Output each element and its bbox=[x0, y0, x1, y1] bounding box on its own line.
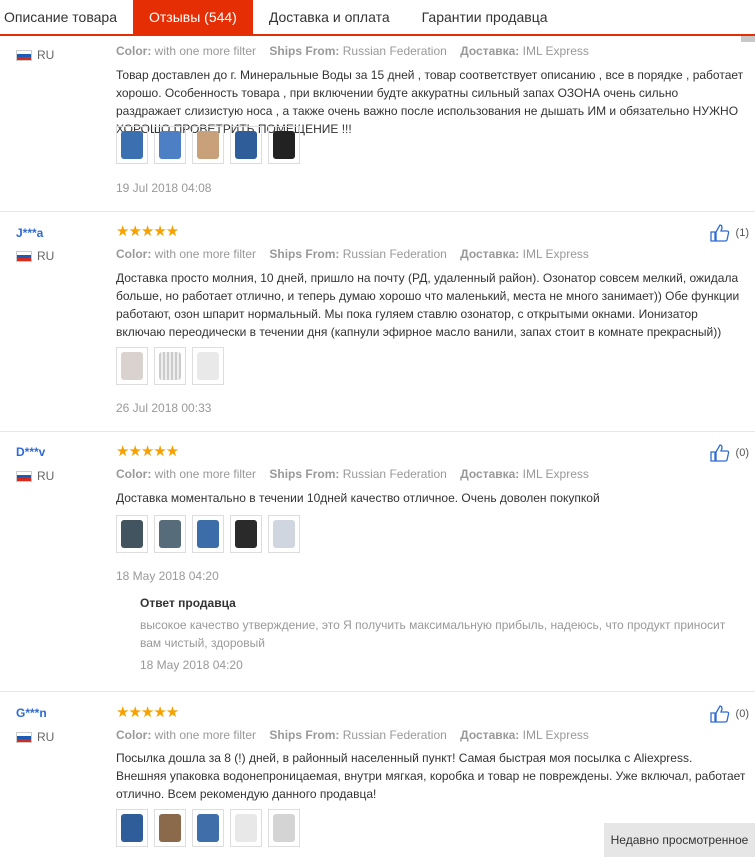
review-attributes: Color: with one more filter Ships From: … bbox=[116, 467, 589, 481]
review-photo[interactable] bbox=[116, 347, 148, 385]
reviewer-name[interactable]: G***n bbox=[16, 706, 47, 720]
review-photo[interactable] bbox=[116, 515, 148, 553]
helpful-button[interactable]: (0) bbox=[709, 705, 749, 723]
seller-reply-title: Ответ продавца bbox=[140, 596, 236, 610]
review-photos bbox=[116, 515, 300, 553]
review-item: J***a RU ★★★★★ (1) Color: with one more … bbox=[0, 211, 755, 432]
tab-bar: Описание товара Отзывы (544) Доставка и … bbox=[0, 0, 755, 36]
review-photo[interactable] bbox=[268, 515, 300, 553]
russia-flag-icon bbox=[16, 49, 32, 61]
seller-reply: Ответ продавца высокое качество утвержде… bbox=[140, 596, 745, 672]
seller-reply-text: высокое качество утверждение, это Я полу… bbox=[140, 618, 726, 650]
review-photos bbox=[116, 809, 300, 847]
review-item: RU Color: with one more filter Ships Fro… bbox=[0, 36, 755, 212]
review-text: Доставка моментально в течении 10дней ка… bbox=[116, 491, 600, 505]
thumbs-up-icon bbox=[709, 444, 729, 462]
review-item: D***v RU ★★★★★ (0) Color: with one more … bbox=[0, 431, 755, 692]
review-text: Посылка дошла за 8 (!) дней, в районный … bbox=[116, 751, 746, 801]
review-photo[interactable] bbox=[192, 126, 224, 164]
rating-stars: ★★★★★ bbox=[116, 223, 179, 240]
review-text: Доставка просто молния, 10 дней, пришло … bbox=[116, 271, 740, 339]
reviewer-country: RU bbox=[16, 469, 54, 483]
review-photo[interactable] bbox=[230, 809, 262, 847]
recently-viewed-button[interactable]: Недавно просмотренное bbox=[604, 823, 755, 857]
helpful-button[interactable]: (1) bbox=[709, 224, 749, 242]
rating-stars: ★★★★★ bbox=[116, 704, 179, 721]
review-photo[interactable] bbox=[230, 515, 262, 553]
reviewer-country: RU bbox=[16, 730, 54, 744]
rating-stars: ★★★★★ bbox=[116, 443, 179, 460]
review-photos bbox=[116, 347, 224, 385]
reviewer-country: RU bbox=[16, 48, 54, 62]
review-photos bbox=[116, 126, 300, 164]
review-photo[interactable] bbox=[192, 347, 224, 385]
review-date: 19 Jul 2018 04:08 bbox=[116, 181, 212, 195]
review-photo[interactable] bbox=[116, 126, 148, 164]
review-attributes: Color: with one more filter Ships From: … bbox=[116, 728, 589, 742]
reviewer-name[interactable]: J***a bbox=[16, 226, 43, 240]
seller-reply-date: 18 May 2018 04:20 bbox=[140, 658, 243, 672]
review-photo[interactable] bbox=[116, 809, 148, 847]
review-photo[interactable] bbox=[154, 515, 186, 553]
thumbs-up-icon bbox=[709, 224, 729, 242]
thumbs-up-icon bbox=[709, 705, 729, 723]
tab-reviews[interactable]: Отзывы (544) bbox=[132, 0, 253, 34]
review-attributes: Color: with one more filter Ships From: … bbox=[116, 44, 589, 58]
helpful-button[interactable]: (0) bbox=[709, 444, 749, 462]
russia-flag-icon bbox=[16, 250, 32, 262]
review-date: 26 Jul 2018 00:33 bbox=[116, 401, 212, 415]
review-attributes: Color: with one more filter Ships From: … bbox=[116, 247, 589, 261]
tab-guarantees[interactable]: Гарантии продавца bbox=[406, 0, 564, 34]
review-date: 18 May 2018 04:20 bbox=[116, 569, 219, 583]
reviewer-country: RU bbox=[16, 249, 54, 263]
review-photo[interactable] bbox=[230, 126, 262, 164]
russia-flag-icon bbox=[16, 470, 32, 482]
review-photo[interactable] bbox=[268, 809, 300, 847]
review-photo[interactable] bbox=[192, 809, 224, 847]
review-photo[interactable] bbox=[154, 347, 186, 385]
tab-shipping[interactable]: Доставка и оплата bbox=[253, 0, 406, 34]
review-photo[interactable] bbox=[154, 126, 186, 164]
reviewer-name[interactable]: D***v bbox=[16, 445, 45, 459]
review-photo[interactable] bbox=[192, 515, 224, 553]
russia-flag-icon bbox=[16, 731, 32, 743]
tab-description[interactable]: Описание товара bbox=[0, 0, 133, 34]
review-photo[interactable] bbox=[268, 126, 300, 164]
review-photo[interactable] bbox=[154, 809, 186, 847]
